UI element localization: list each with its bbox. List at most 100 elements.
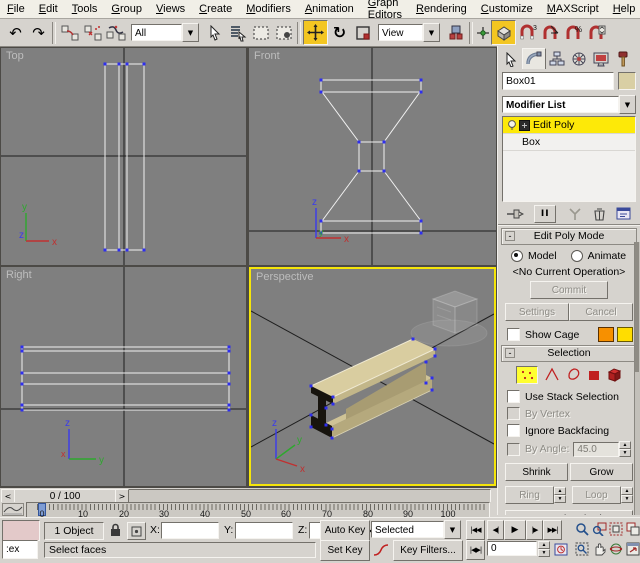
maxscript-mini-listener-macro[interactable] xyxy=(2,520,40,541)
next-frame-button[interactable]: |▶ xyxy=(526,520,543,540)
cancel-button[interactable]: Cancel xyxy=(569,303,633,321)
previous-frame-button[interactable]: ◀| xyxy=(487,520,504,540)
angle-snap-icon[interactable] xyxy=(539,21,562,44)
menu-animation[interactable]: Animation xyxy=(298,2,361,16)
unlink-selection-icon[interactable] xyxy=(81,21,104,44)
viewport-front[interactable]: z y x Front xyxy=(249,48,496,265)
tab-hierarchy[interactable] xyxy=(546,49,568,69)
commit-button[interactable]: Commit xyxy=(530,281,608,299)
rectangular-selection-region-icon[interactable] xyxy=(249,21,272,44)
select-and-manipulate-icon[interactable] xyxy=(475,21,491,44)
scrollbar-thumb[interactable] xyxy=(635,242,639,372)
subobject-vertex-button[interactable] xyxy=(516,366,538,384)
cage-selected-color-swatch[interactable] xyxy=(617,327,633,342)
goto-start-button[interactable]: |◀◀ xyxy=(466,520,485,540)
angle-spinner[interactable]: ▲▼ xyxy=(619,441,631,457)
model-radio[interactable] xyxy=(511,250,523,262)
track-bar[interactable]: 0 10 20 30 40 50 60 70 80 90 100 xyxy=(0,502,497,517)
ring-spinner[interactable]: ▲▼ xyxy=(554,487,566,503)
menu-help[interactable]: Help xyxy=(606,2,640,16)
chevron-down-icon[interactable]: ▼ xyxy=(182,23,199,42)
frame-spinner[interactable]: ▲▼ xyxy=(538,541,550,557)
menu-tools[interactable]: Tools xyxy=(65,2,105,16)
key-mode-toggle[interactable]: |◀▶| xyxy=(466,540,485,560)
collapse-icon[interactable]: - xyxy=(505,231,515,241)
time-slider-next-button[interactable]: > xyxy=(115,489,129,503)
subobject-element-button[interactable] xyxy=(606,367,623,383)
loop-button[interactable]: Loop xyxy=(572,486,621,504)
chevron-down-icon[interactable]: ▼ xyxy=(619,95,636,114)
min-max-toggle-button[interactable] xyxy=(625,540,640,558)
tab-modify[interactable] xyxy=(522,48,546,69)
zoom-extents-all-button[interactable] xyxy=(625,520,640,538)
snap-toggle-3d-icon[interactable]: 3 xyxy=(516,21,539,44)
viewport-label-front[interactable]: Front xyxy=(254,50,280,62)
object-name-field[interactable]: Box01 xyxy=(502,72,614,90)
menu-maxscript[interactable]: MAXScript xyxy=(540,2,606,16)
tab-utilities[interactable] xyxy=(612,49,634,69)
region-zoom-button[interactable] xyxy=(574,540,590,558)
bind-to-space-warp-icon[interactable] xyxy=(104,21,127,44)
tab-motion[interactable] xyxy=(568,49,590,69)
x-coordinate-field[interactable] xyxy=(161,522,219,539)
rollout-header-selection[interactable]: - Selection xyxy=(501,345,637,362)
subobject-border-button[interactable] xyxy=(566,367,582,383)
redo-icon[interactable]: ↷ xyxy=(27,21,50,44)
stack-item-edit-poly[interactable]: Edit Poly xyxy=(503,117,635,134)
cage-color-swatch[interactable] xyxy=(598,327,614,342)
ring-button[interactable]: Ring xyxy=(505,486,554,504)
select-object-icon[interactable] xyxy=(203,21,226,44)
time-configuration-button[interactable] xyxy=(552,540,569,558)
object-color-swatch[interactable] xyxy=(618,72,636,90)
zoom-extents-button[interactable] xyxy=(608,520,624,538)
time-slider-handle[interactable]: 0 / 100 xyxy=(14,489,116,503)
lightbulb-icon[interactable] xyxy=(506,119,518,131)
pan-view-button[interactable] xyxy=(591,540,607,558)
settings-button[interactable]: Settings xyxy=(505,303,569,321)
subobject-edge-button[interactable] xyxy=(543,367,561,383)
arc-rotate-button[interactable] xyxy=(608,540,624,558)
current-frame-field[interactable]: 0 xyxy=(487,541,537,556)
use-stack-selection-checkbox[interactable] xyxy=(507,390,520,403)
viewport-label-top[interactable]: Top xyxy=(6,50,24,62)
reference-coord-system-dropdown[interactable]: View ▼ xyxy=(378,23,440,42)
expand-subobjects-icon[interactable] xyxy=(519,120,530,131)
viewport-perspective[interactable]: z y x Perspective xyxy=(249,267,496,486)
chevron-down-icon[interactable]: ▼ xyxy=(423,23,440,42)
show-cage-checkbox[interactable] xyxy=(507,328,520,341)
selection-set-dropdown[interactable]: Selected ▼ xyxy=(371,520,461,539)
by-vertex-checkbox[interactable] xyxy=(507,407,520,420)
angle-value-field[interactable]: 45.0 xyxy=(573,442,619,457)
viewport-right[interactable]: z x y Right xyxy=(1,267,246,486)
maxscript-mini-listener[interactable]: :ex xyxy=(2,540,38,559)
get-stack-selection-button[interactable]: Get Stack Selection xyxy=(505,510,633,515)
snaps-toggle-icon[interactable] xyxy=(491,20,516,45)
make-unique-icon[interactable] xyxy=(567,207,583,221)
y-coordinate-field[interactable] xyxy=(235,522,293,539)
collapse-icon[interactable]: - xyxy=(505,348,515,358)
select-and-scale-icon[interactable] xyxy=(351,21,374,44)
undo-icon[interactable]: ↶ xyxy=(4,21,27,44)
stack-item-box[interactable]: Box xyxy=(503,134,635,151)
menu-rendering[interactable]: Rendering xyxy=(409,2,474,16)
absolute-offset-mode-toggle[interactable] xyxy=(127,522,146,540)
window-crossing-icon[interactable] xyxy=(272,21,295,44)
loop-spinner[interactable]: ▲▼ xyxy=(621,487,633,503)
set-key-button[interactable]: Set Key xyxy=(320,540,370,561)
auto-key-button[interactable]: Auto Key xyxy=(320,520,370,541)
menu-views[interactable]: Views xyxy=(149,2,192,16)
viewport-top[interactable]: y z x Top xyxy=(1,48,246,265)
default-in-out-tangents-button[interactable] xyxy=(371,540,391,559)
show-end-result-icon[interactable]: II xyxy=(534,205,556,223)
time-slider-prev-button[interactable]: < xyxy=(1,489,15,503)
menu-modifiers[interactable]: Modifiers xyxy=(239,2,298,16)
ignore-backfacing-checkbox[interactable] xyxy=(507,424,520,437)
spinner-snap-icon[interactable] xyxy=(585,21,608,44)
goto-end-button[interactable]: ▶▶| xyxy=(543,520,562,540)
remove-modifier-icon[interactable] xyxy=(593,207,606,221)
viewport-label-perspective[interactable]: Perspective xyxy=(256,271,313,283)
menu-file[interactable]: File xyxy=(0,2,32,16)
select-and-rotate-icon[interactable]: ↻ xyxy=(328,21,351,44)
tab-display[interactable] xyxy=(590,49,612,69)
modifier-list-dropdown[interactable]: Modifier List ▼ xyxy=(502,95,636,114)
